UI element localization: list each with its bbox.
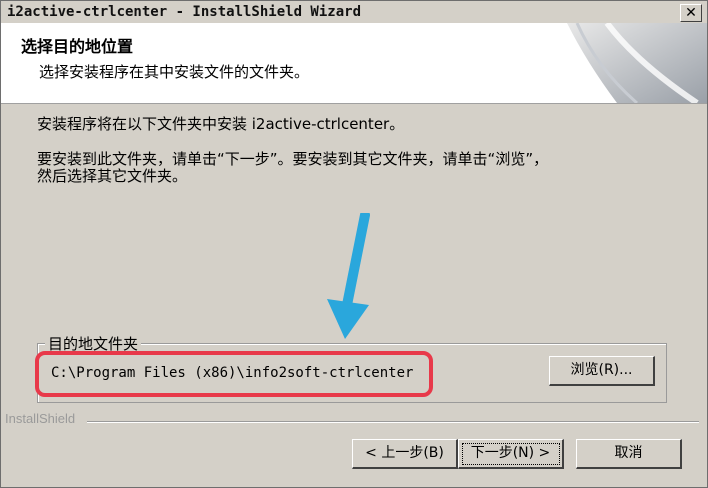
close-icon: ✕ xyxy=(685,5,697,21)
close-button[interactable]: ✕ xyxy=(680,4,702,22)
installshield-brand: InstallShield xyxy=(5,411,76,426)
destination-path: C:\Program Files (x86)\info2soft-ctrlcen… xyxy=(51,365,414,381)
header-subtitle: 选择安装程序在其中安装文件的文件夹。 xyxy=(39,63,310,81)
install-location-text: 安装程序将在以下文件夹中安装 i2active-ctrlcenter。 xyxy=(37,115,405,133)
title-bar: i2active-ctrlcenter - InstallShield Wiza… xyxy=(1,1,707,23)
annotation-arrow-icon xyxy=(327,213,370,339)
browse-button[interactable]: 浏览(R)... xyxy=(549,356,655,386)
instruction-text-line2: 然后选择其它文件夹。 xyxy=(37,167,188,185)
next-button[interactable]: 下一步(N) > xyxy=(458,439,564,469)
header-title: 选择目的地位置 xyxy=(21,37,134,56)
window-title: i2active-ctrlcenter - InstallShield Wiza… xyxy=(7,4,362,20)
header-graphic xyxy=(547,23,707,103)
footer-divider xyxy=(87,421,699,423)
installshield-window: i2active-ctrlcenter - InstallShield Wiza… xyxy=(0,0,708,488)
back-button[interactable]: < 上一步(B) xyxy=(352,439,458,469)
cancel-button[interactable]: 取消 xyxy=(576,439,682,469)
wizard-header: 选择目的地位置 选择安装程序在其中安装文件的文件夹。 xyxy=(1,23,707,104)
